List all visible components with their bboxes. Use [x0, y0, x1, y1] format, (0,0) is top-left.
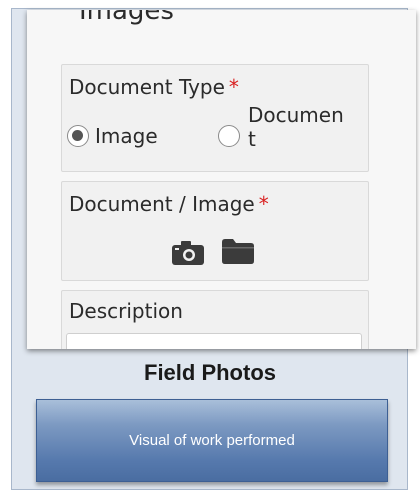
section-title: Images — [79, 10, 174, 26]
document-image-label-text: Document / Image — [69, 192, 255, 216]
description-input[interactable] — [66, 333, 362, 349]
radio-document-label[interactable]: Documen t — [248, 103, 344, 151]
document-type-card: Document Type * Image Documen t — [61, 64, 369, 172]
radio-document-label-line2: t — [248, 127, 256, 151]
radio-document[interactable] — [218, 125, 240, 147]
document-image-label: Document / Image * — [69, 192, 269, 216]
folder-icon[interactable] — [222, 239, 254, 264]
required-mark: * — [258, 192, 269, 216]
description-label: Description — [69, 299, 183, 323]
camera-icon[interactable] — [172, 241, 204, 265]
document-type-label-text: Document Type — [69, 75, 225, 99]
caption: Field Photos — [144, 360, 276, 385]
banner: Visual of work performed — [36, 399, 388, 482]
description-card: Description — [61, 290, 369, 349]
required-mark: * — [228, 75, 239, 99]
document-image-card: Document / Image * — [61, 181, 369, 281]
radio-document-label-line1: Documen — [248, 103, 344, 127]
phone-screenshot: Images Document Type * Image Documen t Do… — [27, 10, 416, 349]
radio-image[interactable] — [67, 125, 89, 147]
document-type-label: Document Type * — [69, 75, 239, 99]
banner-text: Visual of work performed — [129, 432, 295, 449]
radio-image-label[interactable]: Image — [95, 124, 158, 148]
